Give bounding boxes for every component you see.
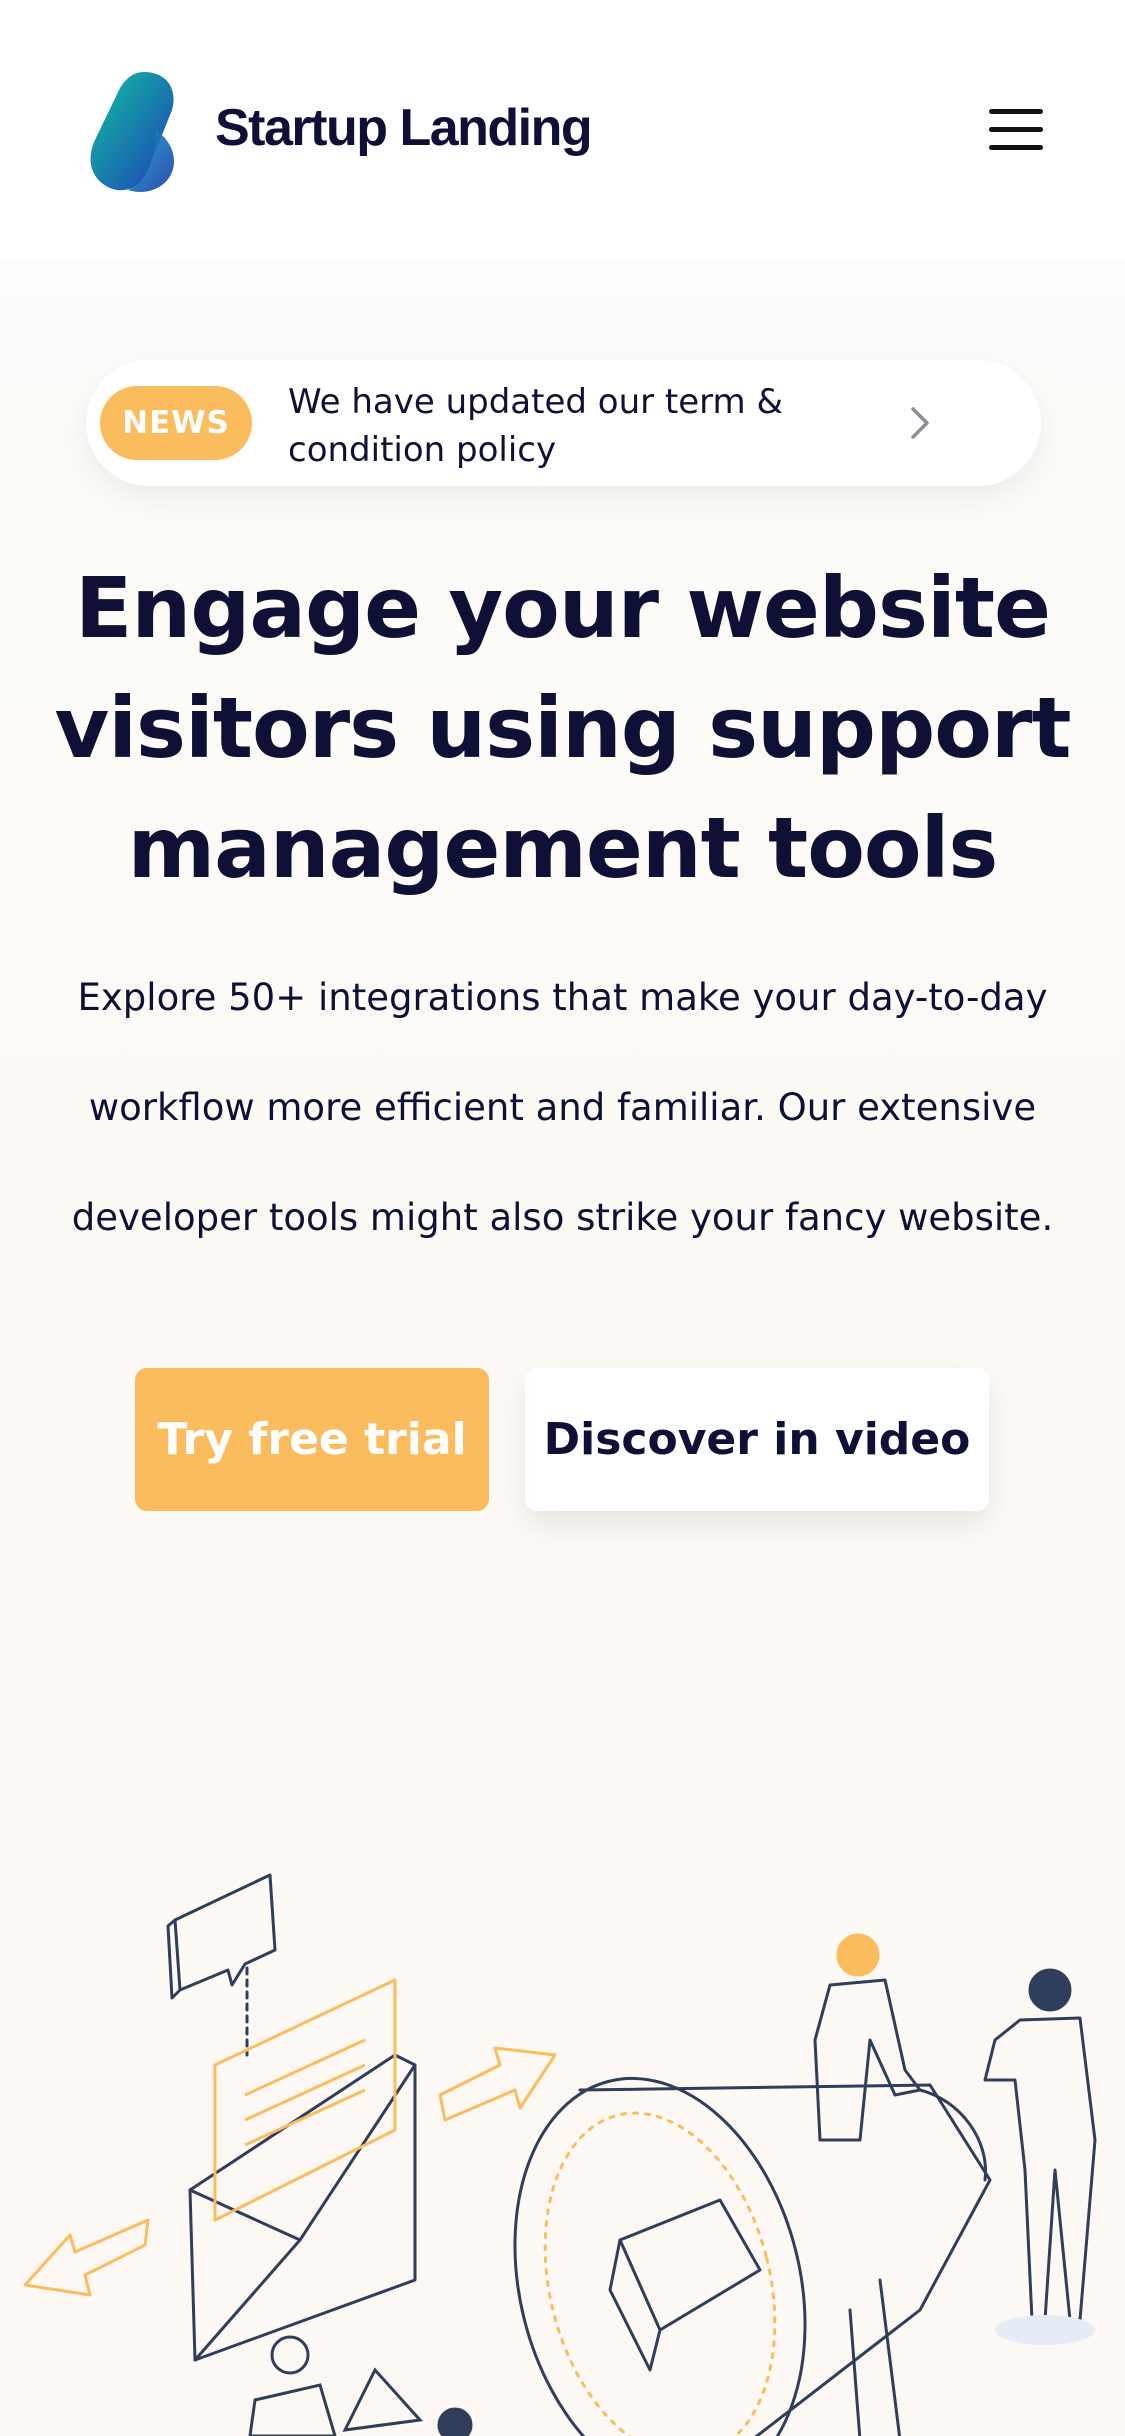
person-figure-icon	[813, 1933, 922, 2142]
speech-bubble-icon	[166, 1873, 277, 2057]
brand-name[interactable]: Startup Landing	[215, 98, 593, 158]
chevron-right-icon	[911, 407, 929, 439]
news-badge: NEWS	[100, 386, 252, 460]
site-header: Startup Landing	[0, 0, 1125, 260]
news-banner[interactable]: NEWS We have updated our term & conditio…	[86, 360, 1041, 486]
try-free-trial-button[interactable]: Try free trial	[135, 1368, 489, 1511]
megaphone-icon	[513, 2076, 992, 2436]
news-text: We have updated our term & condition pol…	[288, 382, 783, 470]
arrow-left-icon	[23, 2218, 150, 2297]
discover-in-video-button[interactable]: Discover in video	[525, 1368, 989, 1511]
person-figure-icon	[983, 1968, 1097, 2345]
brand-logo-icon[interactable]	[86, 70, 178, 195]
hero-headline: Engage your website visitors using suppo…	[54, 559, 1072, 897]
arrow-right-icon	[438, 2046, 557, 2122]
hero-subtext: Explore 50+ integrations that make your …	[71, 976, 1054, 1239]
marketing-illustration	[23, 1873, 1097, 2436]
hamburger-menu-icon[interactable]	[985, 105, 1047, 155]
envelope-icon	[188, 2053, 417, 2362]
